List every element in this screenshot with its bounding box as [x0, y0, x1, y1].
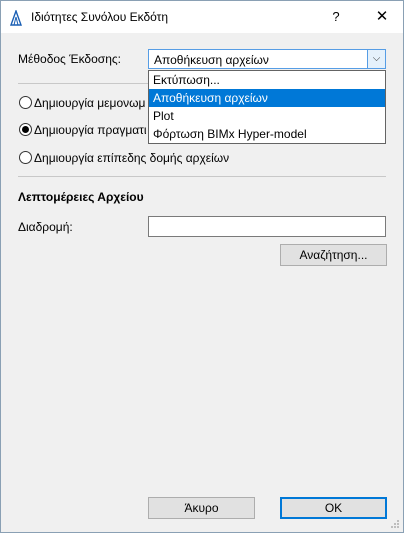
- method-dropdown-list: Εκτύπωση... Αποθήκευση αρχείων Plot Φόρτ…: [148, 70, 386, 144]
- radio-label-real: Δημιουργία πραγματι: [34, 123, 147, 137]
- method-select-value: Αποθήκευση αρχείων: [154, 53, 269, 67]
- radio-create-real[interactable]: [19, 123, 32, 136]
- radio-create-flat[interactable]: [19, 151, 32, 164]
- method-label: Μέθοδος Έκδοσης:: [18, 52, 121, 66]
- radio-label-individual: Δημιουργία μεμονωμ: [34, 96, 146, 110]
- window-title: Ιδιότητες Συνόλου Εκδότη: [31, 10, 169, 24]
- radio-label-flat: Δημιουργία επίπεδης δομής αρχείων: [34, 151, 230, 165]
- help-button[interactable]: ?: [317, 1, 355, 33]
- path-label: Διαδρομή:: [18, 220, 73, 234]
- cancel-button[interactable]: Άκυρο: [148, 497, 255, 519]
- divider: [18, 176, 386, 177]
- method-select[interactable]: Αποθήκευση αρχείων ⌵: [148, 49, 386, 69]
- close-button[interactable]: ✕: [363, 1, 401, 33]
- dropdown-option-save-files[interactable]: Αποθήκευση αρχείων: [149, 89, 385, 107]
- archicad-app-icon: [10, 10, 22, 26]
- browse-button[interactable]: Αναζήτηση...: [280, 244, 387, 266]
- resize-grip-icon[interactable]: [390, 519, 400, 529]
- dropdown-option-bimx[interactable]: Φόρτωση BIMx Hyper-model: [149, 125, 385, 143]
- radio-create-individual[interactable]: [19, 96, 32, 109]
- dialog-window: Ιδιότητες Συνόλου Εκδότη ? ✕ Μέθοδος Έκδ…: [0, 0, 404, 533]
- dropdown-option-print[interactable]: Εκτύπωση...: [149, 71, 385, 89]
- file-details-heading: Λεπτομέρειες Αρχείου: [18, 190, 144, 204]
- ok-button[interactable]: OK: [280, 497, 387, 519]
- dropdown-option-plot[interactable]: Plot: [149, 107, 385, 125]
- chevron-down-icon[interactable]: ⌵: [367, 50, 385, 68]
- path-input[interactable]: [148, 216, 386, 237]
- title-bar[interactable]: Ιδιότητες Συνόλου Εκδότη ? ✕: [1, 1, 403, 33]
